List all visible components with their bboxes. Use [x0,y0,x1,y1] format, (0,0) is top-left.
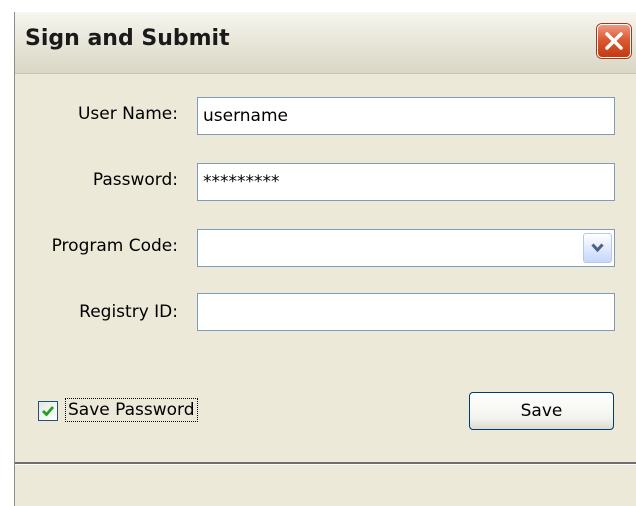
password-label: Password: [92,170,178,190]
chevron-down-icon [591,243,604,253]
close-icon [605,32,623,50]
program-code-select[interactable] [197,229,615,267]
window-title: Sign and Submit [25,26,230,51]
password-value: ********* [203,172,280,192]
save-button[interactable]: Save [469,392,614,430]
check-icon [42,406,55,417]
registry-id-input[interactable] [197,293,615,331]
save-password-label[interactable]: Save Password [65,398,198,422]
status-bar-divider [15,462,636,465]
program-code-label: Program Code: [51,236,178,256]
username-label: User Name: [77,104,178,124]
save-password-checkbox[interactable] [38,401,58,421]
registry-id-label: Registry ID: [79,302,178,322]
close-button[interactable] [597,24,631,58]
program-code-dropdown-button[interactable] [583,233,612,263]
username-input[interactable]: username [197,97,615,135]
sign-and-submit-dialog: Sign and Submit User Name: username Pass… [14,12,636,506]
password-input[interactable]: ********* [197,163,615,201]
username-value: username [203,106,288,126]
title-bar[interactable]: Sign and Submit [15,12,636,74]
